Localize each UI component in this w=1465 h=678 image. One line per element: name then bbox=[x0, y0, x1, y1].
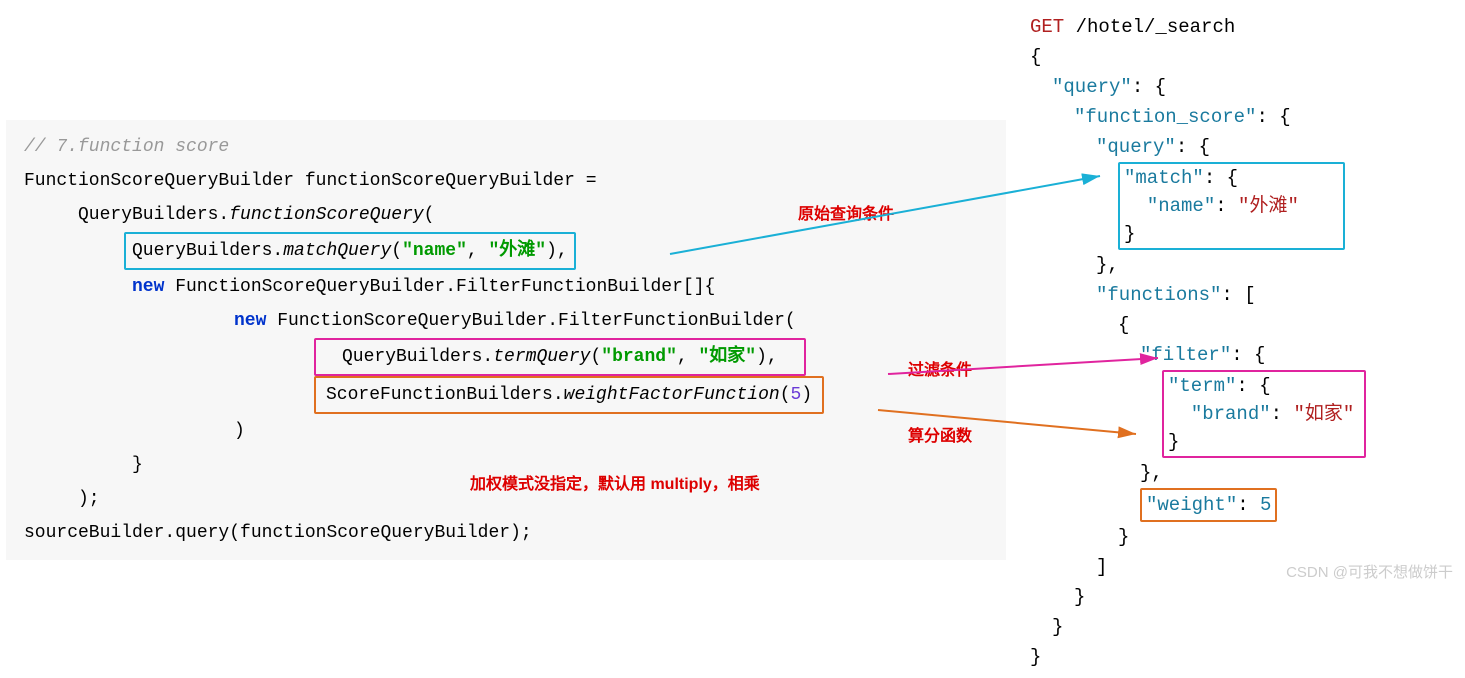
annotation-original-query: 原始查询条件 bbox=[798, 200, 894, 224]
weight-box-wrapper: ScoreFunctionBuilders.weightFactorFuncti… bbox=[24, 376, 988, 414]
json-term-box: "term": { "brand": "如家" } bbox=[1162, 370, 1366, 458]
annotation-boost-mode: 加权模式没指定，默认用 multiply，相乘 bbox=[470, 470, 760, 494]
code-line: new FunctionScoreQueryBuilder.FilterFunc… bbox=[24, 270, 988, 304]
weight-factor-box: ScoreFunctionBuilders.weightFactorFuncti… bbox=[314, 376, 824, 414]
comment-line: // 7.function score bbox=[24, 137, 229, 157]
match-query-box: QueryBuilders.matchQuery("name", "外滩"), bbox=[124, 232, 576, 270]
annotation-score-fn: 算分函数 bbox=[908, 422, 972, 446]
code-line: FunctionScoreQueryBuilder functionScoreQ… bbox=[24, 164, 988, 198]
match-query-box-wrapper: QueryBuilders.matchQuery("name", "外滩"), bbox=[24, 232, 988, 270]
json-weight-box: "weight": 5 bbox=[1140, 488, 1277, 522]
watermark: CSDN @可我不想做饼干 bbox=[1286, 561, 1453, 582]
json-match-box: "match": { "name": "外滩" } bbox=[1118, 162, 1345, 250]
http-path: /hotel/_search bbox=[1064, 16, 1235, 38]
http-method: GET bbox=[1030, 16, 1064, 38]
code-line: new FunctionScoreQueryBuilder.FilterFunc… bbox=[24, 304, 988, 338]
java-code-panel: // 7.function score FunctionScoreQueryBu… bbox=[6, 120, 1006, 560]
term-query-box-wrapper: QueryBuilders.termQuery("brand", "如家"), bbox=[24, 338, 988, 376]
code-line: ) bbox=[24, 414, 988, 448]
term-query-box: QueryBuilders.termQuery("brand", "如家"), bbox=[314, 338, 806, 376]
code-line: sourceBuilder.query(functionScoreQueryBu… bbox=[24, 516, 988, 550]
annotation-filter: 过滤条件 bbox=[908, 356, 972, 380]
